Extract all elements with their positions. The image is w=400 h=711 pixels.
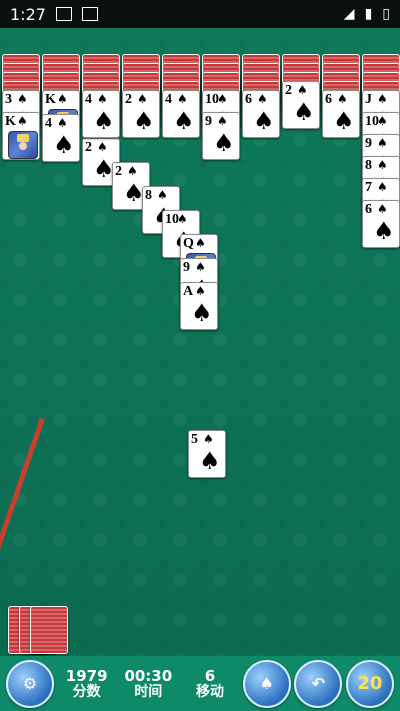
card-rank: 6 bbox=[325, 92, 332, 107]
spade-icon: ♠ bbox=[57, 116, 68, 130]
bottom-bar: ⚙ 1979 分数 00:30 时间 6 移动 ♠ ↶ 20 bbox=[0, 656, 400, 711]
tableau-col5[interactable]: 4 ♠ ♠ bbox=[162, 28, 200, 648]
card-rank: 9 bbox=[205, 114, 212, 129]
playing-card[interactable]: 6 ♠ ♠ bbox=[322, 90, 360, 138]
card-rank: 3 bbox=[5, 92, 12, 107]
card-rank: K bbox=[5, 114, 16, 129]
moves-stat: 6 移动 bbox=[181, 668, 239, 700]
tableau-col3[interactable]: 4 ♠ ♠ bbox=[82, 28, 120, 648]
status-right: ◢ ▮ ▯ bbox=[344, 6, 390, 22]
playing-card[interactable]: 9♠♠ bbox=[202, 112, 240, 160]
card-rank: 6 bbox=[365, 202, 372, 217]
spade-icon: ♠ bbox=[297, 83, 308, 97]
spade-icon: ♠ bbox=[17, 114, 28, 128]
image-icon bbox=[55, 7, 72, 21]
spade-icon: ♠ bbox=[377, 180, 388, 194]
hint-count: 20 bbox=[357, 673, 383, 694]
card-rank: K bbox=[45, 92, 56, 107]
card-rank: 8 bbox=[365, 158, 372, 173]
spade-icon: ♠ bbox=[377, 202, 388, 216]
stock-card[interactable] bbox=[30, 606, 68, 654]
spade-icon: ♠ bbox=[173, 107, 195, 135]
clock-text: 1:27 bbox=[10, 4, 46, 24]
score-stat: 1979 分数 bbox=[58, 668, 116, 700]
tableau-col7[interactable]: 6 ♠ ♠ bbox=[242, 28, 280, 648]
app-icon bbox=[81, 7, 98, 21]
spade-icon: ♠ bbox=[253, 107, 275, 135]
spade-icon: ♠ bbox=[97, 92, 108, 106]
spade-icon: ♠ bbox=[293, 98, 315, 126]
tableau-col10[interactable]: J♠♠10♠♠9♠♠8♠♠7♠♠6♠♠ bbox=[362, 28, 400, 648]
gear-icon: ⚙ bbox=[22, 674, 38, 693]
battery-icon: ▯ bbox=[382, 6, 390, 22]
spade-icon: ♠ bbox=[257, 92, 268, 106]
spade-icon: ♠ bbox=[57, 92, 68, 106]
tableau-col2[interactable]: K♠4♠♠2♠♠2♠♠8♠♠10♠♠Q♠9♠♠A♠♠ bbox=[42, 28, 218, 648]
undo-icon: ↶ bbox=[311, 674, 325, 693]
score-value: 1979 bbox=[65, 666, 108, 685]
undo-button[interactable]: ↶ bbox=[294, 659, 343, 708]
spade-icon: ♠ bbox=[137, 92, 148, 106]
spade-icon: ♠ bbox=[373, 217, 395, 245]
spade-icon: ♠ bbox=[377, 114, 388, 128]
signal-icon: ▮ bbox=[364, 6, 373, 22]
card-rank: J bbox=[365, 92, 372, 107]
spade-icon: ♠ bbox=[177, 92, 188, 106]
tableau-col4[interactable]: 2 ♠ ♠ bbox=[122, 28, 160, 648]
spade-icon: ♠ bbox=[217, 114, 228, 128]
settings-button[interactable]: ⚙ bbox=[6, 659, 54, 708]
spade-icon: ♠ bbox=[203, 432, 214, 446]
tableau-col8[interactable]: 2 ♠ ♠ bbox=[282, 28, 320, 648]
card-rank: 5 bbox=[191, 432, 198, 447]
spade-icon: ♠ bbox=[17, 92, 28, 106]
suit-button[interactable]: ♠ bbox=[242, 659, 291, 708]
moves-value: 6 bbox=[204, 666, 216, 685]
time-stat: 00:30 时间 bbox=[119, 668, 177, 700]
playing-card[interactable]: 5 ♠ ♠ bbox=[188, 430, 226, 478]
tableau-col1[interactable]: 3♠♠K♠ bbox=[2, 28, 40, 648]
tableau-col6[interactable]: 10♠♠9♠♠ bbox=[202, 28, 240, 648]
status-left: 1:27 bbox=[10, 5, 98, 24]
playing-card[interactable]: K ♠ bbox=[2, 112, 40, 160]
spade-icon: ♠ bbox=[213, 129, 235, 157]
game-board: 3♠♠K♠K♠4♠♠2♠♠2♠♠8♠♠10♠♠Q♠9♠♠A♠♠4♠♠2♠♠4♠♠… bbox=[0, 28, 400, 648]
hint-button[interactable]: 20 bbox=[345, 659, 394, 708]
spade-icon: ♠ bbox=[377, 92, 388, 106]
moves-label: 移动 bbox=[195, 683, 224, 700]
spade-icon: ♠ bbox=[217, 92, 228, 106]
card-rank: 2 bbox=[285, 83, 292, 98]
tableau-col9[interactable]: 6 ♠ ♠ bbox=[322, 28, 360, 648]
spade-icon: ♠ bbox=[93, 107, 115, 135]
playing-card[interactable]: 4 ♠ ♠ bbox=[82, 90, 120, 138]
time-label: 时间 bbox=[134, 683, 163, 700]
playing-card[interactable]: 2 ♠ ♠ bbox=[282, 81, 320, 129]
playing-card[interactable]: 4 ♠ ♠ bbox=[42, 114, 80, 162]
card-rank: 4 bbox=[45, 116, 52, 131]
playing-card[interactable]: 6 ♠ ♠ bbox=[242, 90, 280, 138]
playing-card[interactable]: 2 ♠ ♠ bbox=[122, 90, 160, 138]
card-rank: 9 bbox=[365, 136, 372, 151]
time-value: 00:30 bbox=[124, 666, 173, 685]
spade-icon: ♠ bbox=[377, 158, 388, 172]
spade-icon: ♠ bbox=[333, 107, 355, 135]
playing-card[interactable]: 6 ♠ ♠ bbox=[362, 200, 400, 248]
score-label: 分数 bbox=[72, 683, 101, 700]
spade-icon: ♠ bbox=[337, 92, 348, 106]
spade-icon: ♠ bbox=[377, 136, 388, 150]
playing-card[interactable]: 4 ♠ ♠ bbox=[162, 90, 200, 138]
spade-icon: ♠ bbox=[133, 107, 155, 135]
stock-pile[interactable] bbox=[8, 606, 68, 654]
spade-icon: ♠ bbox=[53, 131, 75, 159]
wifi-icon: ◢ bbox=[343, 6, 355, 22]
spade-icon: ♠ bbox=[199, 447, 221, 475]
card-rank: 6 bbox=[245, 92, 252, 107]
card-rank: 4 bbox=[85, 92, 92, 107]
card-rank: 4 bbox=[165, 92, 172, 107]
card-rank: 2 bbox=[125, 92, 132, 107]
status-bar: 1:27 ◢ ▮ ▯ bbox=[0, 0, 400, 28]
card-rank: 7 bbox=[365, 180, 372, 195]
court-art bbox=[8, 131, 38, 159]
spade-icon: ♠ bbox=[259, 674, 274, 693]
